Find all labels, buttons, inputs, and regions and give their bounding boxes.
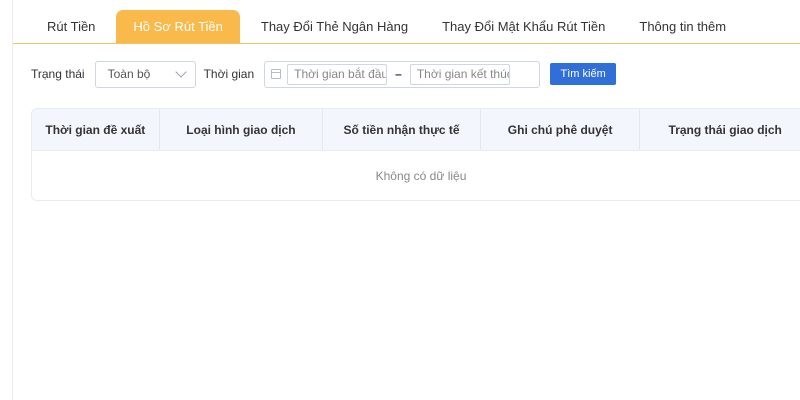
empty-state-text: Không có dữ liệu (375, 169, 467, 183)
tab-change-bank-card[interactable]: Thay Đổi Thẻ Ngân Hàng (244, 10, 425, 43)
start-date-input[interactable]: Thời gian bắt đầu (287, 63, 388, 85)
calendar-icon (271, 69, 282, 79)
time-label: Thời gian (203, 67, 255, 81)
status-select[interactable]: Toàn bộ (94, 60, 196, 88)
date-range-picker[interactable]: Thời gian bắt đầu – Thời gian kết thúc (264, 60, 541, 88)
range-separator: – (395, 67, 402, 81)
records-table: Thời gian đề xuất Loại hình giao dịch Số… (31, 108, 800, 201)
filter-bar: Trạng thái Toàn bộ Thời gian Thời gian b… (13, 60, 800, 88)
search-button[interactable]: Tìm kiếm (550, 63, 617, 85)
column-header-transaction-status: Trạng thái giao dịch (668, 123, 782, 137)
tab-withdraw[interactable]: Rút Tiền (13, 10, 112, 43)
column-header-request-time: Thời gian đề xuất (32, 109, 160, 150)
table-header: Thời gian đề xuất Loại hình giao dịch Số… (32, 109, 800, 151)
tab-bar: Rút Tiền Hồ Sơ Rút Tiền Thay Đổi Thẻ Ngâ… (13, 10, 800, 44)
column-header-approval-note: Ghi chú phê duyệt (481, 109, 641, 150)
status-select-value: Toàn bộ (107, 67, 151, 81)
end-date-input[interactable]: Thời gian kết thúc (409, 63, 510, 85)
tab-change-withdraw-password[interactable]: Thay Đổi Mật Khẩu Rút Tiền (425, 10, 622, 43)
chevron-down-icon (174, 66, 187, 78)
status-label: Trạng thái (31, 67, 85, 81)
column-header-actual-amount: Số tiền nhận thực tế (323, 109, 481, 150)
tab-withdraw-history[interactable]: Hồ Sơ Rút Tiền (116, 10, 240, 43)
column-header-transaction-type: Loại hình giao dịch (160, 109, 324, 150)
page-frame: Rút Tiền Hồ Sơ Rút Tiền Thay Đổi Thẻ Ngâ… (12, 0, 800, 400)
tab-more-info[interactable]: Thông tin thêm (622, 10, 743, 43)
